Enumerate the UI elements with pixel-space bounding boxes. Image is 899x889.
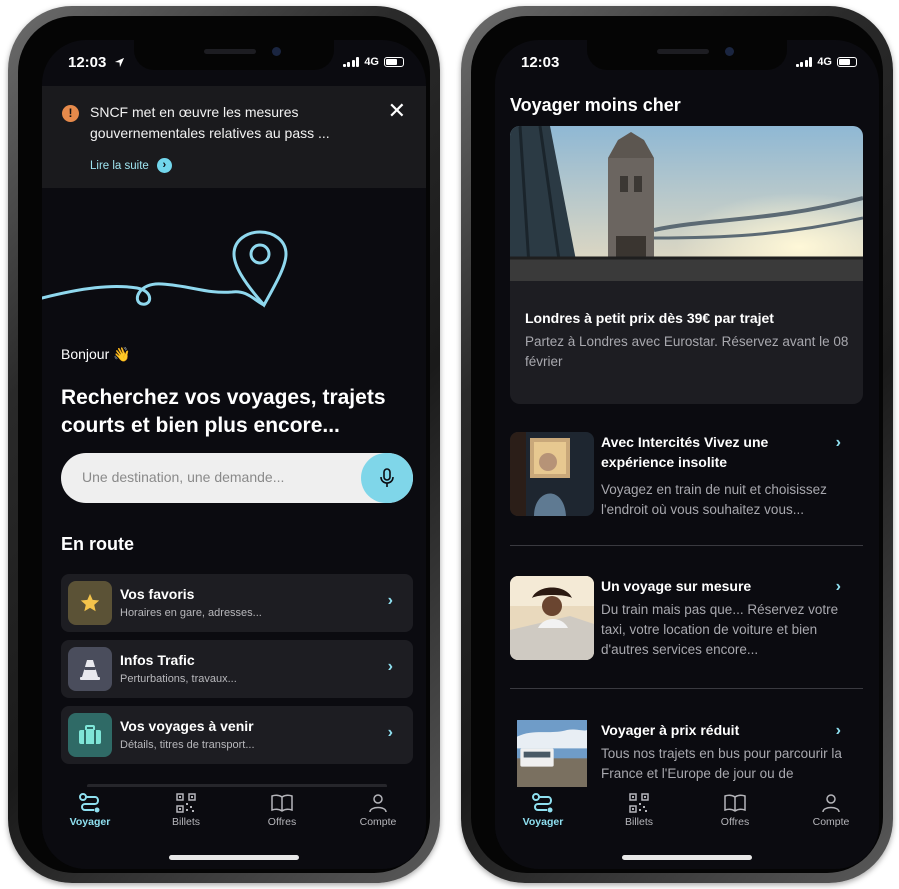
featured-offer-card[interactable]: Londres à petit prix dès 39€ par trajet … (510, 126, 863, 404)
offer-description: Tous nos trajets en bus pour parcourir l… (601, 746, 842, 781)
tab-voyager[interactable]: Voyager (495, 793, 591, 828)
read-more-link[interactable]: Lire la suite › (90, 158, 172, 173)
tab-compte[interactable]: Compte (783, 793, 879, 828)
microphone-button[interactable] (361, 453, 413, 503)
greeting: Bonjour 👋 (61, 346, 131, 362)
tab-bar: Voyager Billets Offres Compte (42, 787, 426, 869)
phone-bezel: 12:03 4G ! SNCF met en œuvre les mesures… (18, 16, 430, 873)
chevron-right-icon: › (835, 434, 841, 451)
tower-bridge-photo (510, 126, 863, 281)
featured-description: Partez à Londres avec Eurostar. Réservez… (525, 334, 849, 369)
suitcase-icon (68, 713, 112, 757)
alert-banner: ! SNCF met en œuvre les mesures gouverne… (42, 86, 426, 188)
read-more-label: Lire la suite (90, 159, 149, 172)
qr-code-icon (176, 793, 196, 813)
tab-label: Voyager (69, 816, 111, 828)
divider (510, 545, 863, 546)
traffic-cone-icon (68, 647, 112, 691)
card-favoris[interactable]: Vos favoris Horaires en gare, adresses..… (61, 574, 413, 632)
tab-billets[interactable]: Billets (138, 793, 234, 828)
section-title-voyager-moins-cher: Voyager moins cher (510, 95, 681, 115)
left-phone: 12:03 4G ! SNCF met en œuvre les mesures… (8, 6, 440, 883)
offer-item-prix-reduit[interactable]: Voyager à prix réduit Tous nos trajets e… (510, 720, 863, 790)
right-phone: 12:03 4G Voyager moins cher Londres à pe… (461, 6, 893, 883)
card-subtitle: Horaires en gare, adresses... (120, 607, 262, 619)
search-input[interactable]: Une destination, une demande... (61, 453, 413, 503)
card-subtitle: Perturbations, travaux... (120, 673, 237, 685)
chevron-right-icon: › (387, 592, 393, 609)
person-icon (822, 794, 840, 813)
signal-icon (342, 57, 360, 67)
tab-label: Billets (624, 816, 653, 828)
bus-photo (517, 720, 587, 790)
qr-code-icon (629, 793, 649, 813)
chevron-right-icon: › (835, 722, 841, 739)
alert-message: SNCF met en œuvre les mesures gouverneme… (90, 104, 330, 141)
tab-bar: Voyager Billets Offres Compte (495, 787, 879, 869)
chevron-right-icon: › (835, 578, 841, 595)
route-icon (79, 793, 100, 813)
tab-label: Offres (267, 816, 297, 828)
status-time: 12:03 (521, 54, 560, 71)
location-arrow-icon (114, 57, 125, 68)
book-icon (271, 794, 293, 812)
status-time: 12:03 (68, 54, 107, 71)
card-title: Vos voyages à venir (120, 718, 254, 734)
page-title: Recherchez vos voyages, trajets courts e… (61, 386, 386, 437)
battery-icon (384, 57, 404, 67)
search-placeholder: Une destination, une demande... (82, 469, 285, 485)
chevron-right-icon: › (387, 658, 393, 675)
tab-label: Compte (359, 816, 397, 828)
route-illustration (42, 230, 288, 308)
tab-compte[interactable]: Compte (330, 793, 426, 828)
chevron-right-icon: › (156, 158, 172, 173)
card-title: Infos Trafic (120, 652, 195, 668)
book-icon (724, 794, 746, 812)
tab-offres[interactable]: Offres (687, 793, 783, 828)
tab-label: Voyager (522, 816, 564, 828)
warning-icon: ! (62, 105, 79, 122)
featured-title: Londres à petit prix dès 39€ par trajet (525, 310, 774, 326)
microphone-icon (380, 468, 394, 487)
battery-icon (837, 57, 857, 67)
card-subtitle: Détails, titres de transport... (120, 739, 255, 751)
offer-item-intercites[interactable]: Avec Intercités Vivez une expérience ins… (510, 432, 863, 517)
tab-offres[interactable]: Offres (234, 793, 330, 828)
status-bar: 12:03 4G (495, 40, 879, 84)
offer-title: Avec Intercités Vivez une expérience ins… (601, 434, 769, 470)
network-label: 4G (364, 56, 379, 68)
home-indicator[interactable] (169, 855, 299, 860)
person-icon (369, 794, 387, 813)
car-passenger-photo (510, 576, 594, 660)
star-icon (68, 581, 112, 625)
tab-label: Compte (812, 816, 850, 828)
chevron-right-icon: › (387, 724, 393, 741)
card-title: Vos favoris (120, 586, 195, 602)
offer-title: Voyager à prix réduit (601, 722, 740, 738)
offer-description: Du train mais pas que... Réservez votre … (601, 602, 839, 657)
offer-item-sur-mesure[interactable]: Un voyage sur mesure Du train mais pas q… (510, 576, 863, 660)
close-icon[interactable]: ✕ (388, 100, 406, 122)
signal-icon (795, 57, 813, 67)
status-bar: 12:03 4G (42, 40, 426, 84)
tab-label: Offres (720, 816, 750, 828)
offer-description: Voyagez en train de nuit et choisissez l… (601, 482, 827, 517)
tab-voyager[interactable]: Voyager (42, 793, 138, 828)
tab-billets[interactable]: Billets (591, 793, 687, 828)
home-indicator[interactable] (622, 855, 752, 860)
card-infos-trafic[interactable]: Infos Trafic Perturbations, travaux... › (61, 640, 413, 698)
offer-title: Un voyage sur mesure (601, 578, 752, 594)
night-train-photo (510, 432, 594, 516)
tab-label: Billets (171, 816, 200, 828)
network-label: 4G (817, 56, 832, 68)
home-screen: 12:03 4G ! SNCF met en œuvre les mesures… (42, 40, 426, 869)
section-title-en-route: En route (61, 534, 135, 554)
offers-screen: 12:03 4G Voyager moins cher Londres à pe… (495, 40, 879, 869)
card-voyages-a-venir[interactable]: Vos voyages à venir Détails, titres de t… (61, 706, 413, 764)
route-icon (532, 793, 553, 813)
divider (510, 688, 863, 689)
phone-bezel: 12:03 4G Voyager moins cher Londres à pe… (471, 16, 883, 873)
